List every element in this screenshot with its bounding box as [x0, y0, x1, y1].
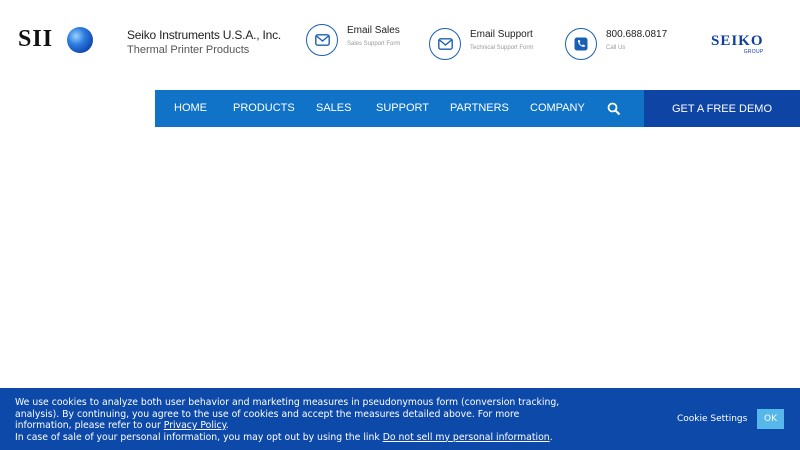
phone-subtitle: Call Us — [606, 45, 626, 51]
email-sales-title: Email Sales — [347, 25, 400, 36]
cookie-ok-button[interactable]: OK — [757, 409, 784, 429]
cookie-text-part-4: . — [549, 431, 553, 443]
sii-logo[interactable]: SII — [18, 26, 94, 53]
do-not-sell-link[interactable]: Do not sell my personal information — [383, 432, 550, 443]
company-subtitle: Thermal Printer Products — [127, 44, 250, 56]
nav-item-company[interactable]: COMPANY — [530, 102, 585, 114]
envelope-icon — [429, 28, 461, 60]
email-support-subtitle: Technical Support Form — [470, 45, 534, 51]
cookie-settings-button[interactable]: Cookie Settings — [677, 414, 747, 424]
search-icon[interactable] — [607, 102, 621, 116]
company-block: Seiko Instruments U.S.A., Inc. Thermal P… — [127, 28, 281, 56]
cookie-text-part-2: . — [225, 420, 229, 431]
nav-item-partners[interactable]: PARTNERS — [450, 102, 509, 114]
email-sales-subtitle: Sales Support Form — [347, 41, 401, 47]
company-name: Seiko Instruments U.S.A., Inc. — [127, 28, 282, 42]
nav-item-sales[interactable]: SALES — [316, 102, 351, 114]
nav-item-products[interactable]: PRODUCTS — [233, 102, 295, 114]
seiko-group-text: GROUP — [743, 49, 764, 55]
cookie-text-part-3: In case of sale of your personal informa… — [15, 431, 383, 443]
envelope-icon — [306, 24, 338, 56]
phone-icon — [565, 28, 597, 60]
phone-number: 800.688.0817 — [606, 29, 668, 40]
phone-link[interactable]: 800.688.0817 Call Us — [565, 28, 667, 60]
cookie-text-part-1: We use cookies to analyze both user beha… — [15, 397, 560, 431]
seiko-logo-text: SEIKO — [711, 33, 764, 49]
sii-logo-sphere-icon — [67, 26, 94, 53]
get-free-demo-button[interactable]: GET A FREE DEMO — [644, 90, 800, 127]
email-support-title: Email Support — [470, 29, 533, 40]
email-sales-link[interactable]: Email Sales Sales Support Form — [306, 24, 400, 56]
nav-item-support[interactable]: SUPPORT — [376, 102, 429, 114]
sii-logo-text: SII — [18, 26, 54, 52]
cookie-banner: We use cookies to analyze both user beha… — [0, 388, 800, 450]
cookie-message: We use cookies to analyze both user beha… — [15, 397, 575, 443]
main-nav: HOME PRODUCTS SALES SUPPORT PARTNERS COM… — [155, 90, 644, 127]
privacy-policy-link[interactable]: Privacy Policy — [164, 420, 226, 431]
email-support-link[interactable]: Email Support Technical Support Form — [429, 28, 533, 60]
nav-item-home[interactable]: HOME — [174, 102, 207, 114]
seiko-group-logo[interactable]: SEIKO GROUP — [711, 33, 764, 56]
